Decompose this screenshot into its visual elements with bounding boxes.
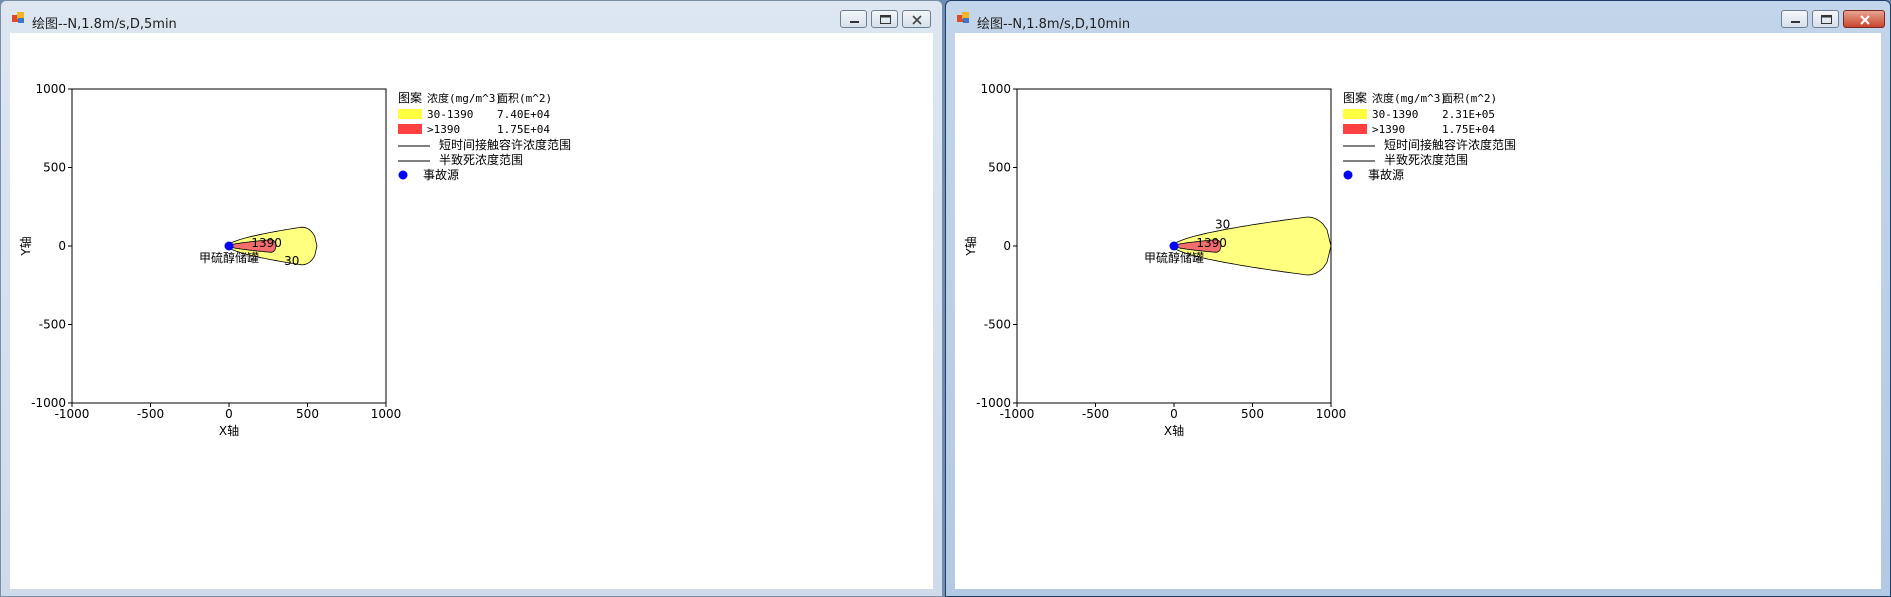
legend-range: >1390 <box>427 123 460 136</box>
x-tick-label: -500 <box>1082 407 1109 421</box>
maximize-button[interactable] <box>1812 10 1839 28</box>
plot-canvas: -1000 -500 0 500 1000 1000 500 0 -500 -1000 X轴 Y轴 30… <box>955 33 1881 589</box>
y-tick-label: 0 <box>58 239 66 253</box>
legend-header-concentration: 浓度(mg/m^3) <box>1372 91 1447 105</box>
y-tick-label: -500 <box>984 318 1011 332</box>
x-tick-label: 0 <box>225 407 233 421</box>
source-label: 甲硫醇储罐 <box>1144 250 1204 265</box>
app-icon <box>12 12 24 23</box>
maximize-button[interactable] <box>871 10 898 28</box>
legend-area-value: 7.40E+04 <box>497 108 550 121</box>
contour-label-1390: 1390 <box>251 236 282 250</box>
minimize-icon <box>1791 21 1800 23</box>
y-tick-label: 0 <box>1003 239 1011 253</box>
x-tick-label: 500 <box>296 407 319 421</box>
y-tick-label: 1000 <box>35 82 66 96</box>
legend-swatch <box>1343 124 1367 134</box>
legend-header-concentration: 浓度(mg/m^3) <box>427 91 502 105</box>
legend-line-label: 短时间接触容许浓度范围 <box>1384 137 1516 152</box>
legend-line-label: 半致死浓度范围 <box>439 152 523 167</box>
legend-area-value: 1.75E+04 <box>1442 123 1495 136</box>
y-tick-label: -1000 <box>31 396 66 410</box>
source-label: 甲硫醇储罐 <box>199 250 259 265</box>
maximize-icon <box>1821 15 1832 24</box>
close-icon <box>912 15 922 25</box>
legend-area-value: 2.31E+05 <box>1442 108 1495 121</box>
contour-label-30: 30 <box>1215 218 1230 232</box>
x-tick-label: -500 <box>137 407 164 421</box>
minimize-button[interactable] <box>1781 10 1808 28</box>
accident-source-marker <box>224 241 234 251</box>
y-tick-label: -1000 <box>976 396 1011 410</box>
legend-line-label: 半致死浓度范围 <box>1384 152 1468 167</box>
y-tick-label: 1000 <box>980 82 1011 96</box>
legend-header-pattern: 图案 <box>398 90 422 105</box>
accident-source-marker <box>1169 241 1179 251</box>
contour-label-1390: 1390 <box>1196 236 1227 250</box>
plot-canvas: -1000 -500 0 500 1000 1000 500 0 -500 -1000 X轴 Y轴 30… <box>10 33 933 589</box>
close-icon <box>1860 15 1870 25</box>
legend-line-label: 短时间接触容许浓度范围 <box>439 137 571 152</box>
y-tick-label: -500 <box>39 318 66 332</box>
plot-window-10min[interactable]: 绘图--N,1.8m/s,D,10min -1000 -500 0 500 1000 10… <box>945 0 1891 597</box>
maximize-icon <box>880 15 891 24</box>
app-icon <box>957 12 969 23</box>
x-tick-label: 1000 <box>1316 407 1347 421</box>
y-axis-label: Y轴 <box>963 236 978 256</box>
window-title: 绘图--N,1.8m/s,D,10min <box>977 17 1131 32</box>
minimize-button[interactable] <box>840 10 867 28</box>
contour-chart: -1000 -500 0 500 100010005000-500-1000X轴Y轴30… <box>18 82 571 438</box>
x-axis-label: X轴 <box>219 423 239 438</box>
legend-source-label: 事故源 <box>423 167 459 182</box>
plot-window-5min[interactable]: 绘图--N,1.8m/s,D,5min -1000 -500 0 500 1000 100… <box>0 0 943 597</box>
legend-swatch <box>1343 109 1367 119</box>
contour-chart: -1000 -500 0 500 100010005000-500-1000X轴Y轴30… <box>963 82 1516 438</box>
legend-source-label: 事故源 <box>1368 167 1404 182</box>
window-title: 绘图--N,1.8m/s,D,5min <box>32 17 177 32</box>
legend-header-area: 面积(m^2) <box>497 92 552 105</box>
legend-area-value: 1.75E+04 <box>497 123 550 136</box>
legend-range: >1390 <box>1372 123 1405 136</box>
x-axis-label: X轴 <box>1164 423 1184 438</box>
minimize-icon <box>850 21 859 23</box>
close-button[interactable] <box>902 10 931 28</box>
legend-source-marker <box>1343 170 1353 180</box>
legend-swatch <box>398 124 422 134</box>
legend-range: 30-1390 <box>427 108 473 121</box>
x-tick-label: 1000 <box>371 407 402 421</box>
title-bar[interactable]: 绘图--N,1.8m/s,D,5min <box>1 1 942 32</box>
legend-range: 30-1390 <box>1372 108 1418 121</box>
y-tick-label: 500 <box>988 161 1011 175</box>
x-tick-label: 500 <box>1241 407 1264 421</box>
legend-swatch <box>398 109 422 119</box>
legend-source-marker <box>398 170 408 180</box>
legend-header-area: 面积(m^2) <box>1442 92 1497 105</box>
close-button[interactable] <box>1843 10 1885 28</box>
x-tick-label: 0 <box>1170 407 1178 421</box>
y-tick-label: 500 <box>43 161 66 175</box>
contour-label-30: 30 <box>284 254 299 268</box>
title-bar[interactable]: 绘图--N,1.8m/s,D,10min <box>946 1 1890 32</box>
legend-header-pattern: 图案 <box>1343 90 1367 105</box>
y-axis-label: Y轴 <box>18 236 33 256</box>
